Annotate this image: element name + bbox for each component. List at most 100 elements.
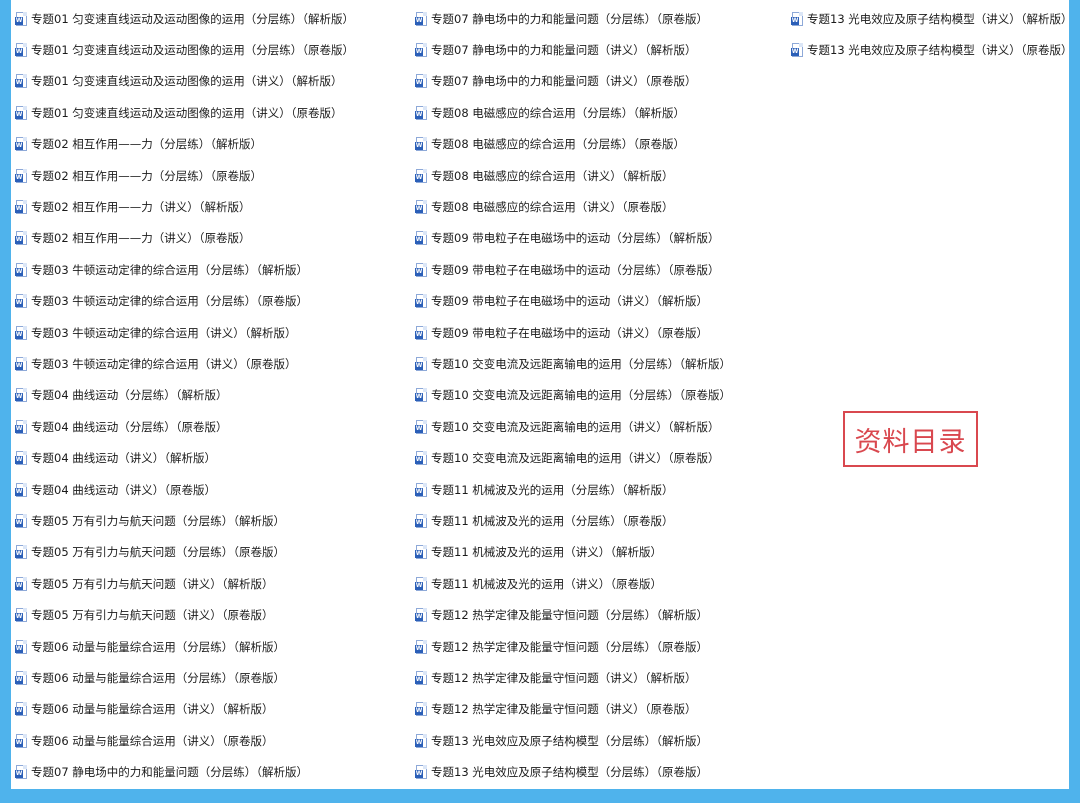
file-item[interactable]: W 专题12 热学定律及能量守恒问题（分层练）（解析版） — [415, 599, 731, 630]
file-item[interactable]: W 专题05 万有引力与航天问题（讲义）（原卷版） — [15, 599, 354, 630]
word-document-icon: W — [415, 545, 427, 560]
file-name: 专题09 带电粒子在电磁场中的运动（讲义）（原卷版） — [431, 325, 709, 340]
catalog-stamp: 资料目录 — [843, 411, 978, 467]
word-document-icon: W — [15, 43, 27, 58]
file-item[interactable]: W 专题03 牛顿运动定律的综合运用（讲义）（原卷版） — [15, 348, 354, 379]
file-item[interactable]: W 专题06 动量与能量综合运用（讲义）（解析版） — [15, 694, 354, 725]
file-name: 专题12 热学定律及能量守恒问题（讲义）（原卷版） — [431, 702, 697, 717]
file-item[interactable]: W 专题06 动量与能量综合运用（讲义）（原卷版） — [15, 725, 354, 756]
file-item[interactable]: W 专题05 万有引力与航天问题（讲义）（解析版） — [15, 568, 354, 599]
file-item[interactable]: W 专题06 动量与能量综合运用（分层练）（原卷版） — [15, 662, 354, 693]
file-name: 专题03 牛顿运动定律的综合运用（讲义）（解析版） — [31, 325, 297, 340]
file-item[interactable]: W 专题01 匀变速直线运动及运动图像的运用（讲义）（解析版） — [15, 66, 354, 97]
file-item[interactable]: W 专题11 机械波及光的运用（讲义）（原卷版） — [415, 568, 731, 599]
file-name: 专题13 光电效应及原子结构模型（讲义）（解析版） — [807, 11, 1073, 26]
word-document-icon: W — [15, 419, 27, 434]
file-item[interactable]: W 专题03 牛顿运动定律的综合运用（讲义）（解析版） — [15, 317, 354, 348]
file-item[interactable]: W 专题04 曲线运动（分层练）（原卷版） — [15, 411, 354, 442]
word-document-icon: W — [415, 137, 427, 152]
file-item[interactable]: W 专题12 热学定律及能量守恒问题（讲义）（解析版） — [415, 662, 731, 693]
file-item[interactable]: W 专题13 光电效应及原子结构模型（讲义）（原卷版） — [791, 34, 1073, 65]
file-name: 专题09 带电粒子在电磁场中的运动（讲义）（解析版） — [431, 294, 709, 309]
file-name: 专题11 机械波及光的运用（分层练）（解析版） — [431, 482, 674, 497]
catalog-stamp-text: 资料目录 — [854, 426, 967, 458]
file-name: 专题08 电磁感应的综合运用（分层练）（解析版） — [431, 105, 686, 120]
word-document-icon: W — [415, 356, 427, 371]
file-item[interactable]: W 专题13 光电效应及原子结构模型（分层练）（解析版） — [415, 725, 731, 756]
file-item[interactable]: W 专题02 相互作用——力（讲义）（解析版） — [15, 191, 354, 222]
file-item[interactable]: W 专题10 交变电流及远距离输电的运用（分层练）（解析版） — [415, 348, 731, 379]
file-item[interactable]: W 专题10 交变电流及远距离输电的运用（讲义）（解析版） — [415, 411, 731, 442]
word-document-icon: W — [415, 639, 427, 654]
file-name: 专题04 曲线运动（讲义）（原卷版） — [31, 482, 217, 497]
word-document-icon: W — [415, 451, 427, 466]
file-item[interactable]: W 专题07 静电场中的力和能量问题（分层练）（解析版） — [15, 756, 354, 787]
file-item[interactable]: W 专题05 万有引力与航天问题（分层练）（解析版） — [15, 505, 354, 536]
word-document-icon: W — [791, 43, 803, 58]
file-item[interactable]: W 专题10 交变电流及远距离输电的运用（讲义）（原卷版） — [415, 442, 731, 473]
file-name: 专题13 光电效应及原子结构模型（讲义）（原卷版） — [807, 43, 1073, 58]
word-document-icon: W — [415, 11, 427, 26]
word-document-icon: W — [15, 733, 27, 748]
file-item[interactable]: W 专题01 匀变速直线运动及运动图像的运用（分层练）（解析版） — [15, 3, 354, 34]
file-item[interactable]: W 专题12 热学定律及能量守恒问题（分层练）（原卷版） — [415, 631, 731, 662]
word-document-icon: W — [415, 670, 427, 685]
file-item[interactable]: W 专题03 牛顿运动定律的综合运用（分层练）（原卷版） — [15, 286, 354, 317]
file-item[interactable]: W 专题09 带电粒子在电磁场中的运动（讲义）（解析版） — [415, 286, 731, 317]
file-name: 专题11 机械波及光的运用（讲义）（原卷版） — [431, 576, 663, 591]
word-document-icon: W — [15, 356, 27, 371]
file-item[interactable]: W 专题08 电磁感应的综合运用（讲义）（解析版） — [415, 160, 731, 191]
file-item[interactable]: W 专题05 万有引力与航天问题（分层练）（原卷版） — [15, 537, 354, 568]
file-item[interactable]: W 专题01 匀变速直线运动及运动图像的运用（分层练）（原卷版） — [15, 34, 354, 65]
file-item[interactable]: W 专题08 电磁感应的综合运用（分层练）（解析版） — [415, 97, 731, 128]
file-item[interactable]: W 专题13 光电效应及原子结构模型（讲义）（解析版） — [791, 3, 1073, 34]
word-document-icon: W — [415, 765, 427, 780]
file-item[interactable]: W 专题07 静电场中的力和能量问题（讲义）（解析版） — [415, 34, 731, 65]
file-name: 专题07 静电场中的力和能量问题（讲义）（原卷版） — [431, 74, 697, 89]
file-item[interactable]: W 专题02 相互作用——力（分层练）（原卷版） — [15, 160, 354, 191]
file-name: 专题06 动量与能量综合运用（分层练）（原卷版） — [31, 670, 286, 685]
word-document-icon: W — [15, 294, 27, 309]
file-name: 专题04 曲线运动（讲义）（解析版） — [31, 451, 217, 466]
word-document-icon: W — [415, 231, 427, 246]
file-item[interactable]: W 专题09 带电粒子在电磁场中的运动（讲义）（原卷版） — [415, 317, 731, 348]
word-document-icon: W — [415, 200, 427, 215]
file-item[interactable]: W 专题02 相互作用——力（分层练）（解析版） — [15, 129, 354, 160]
file-column-1: W 专题01 匀变速直线运动及运动图像的运用（分层练）（解析版） W 专题01 匀变速… — [15, 3, 354, 788]
file-item[interactable]: W 专题12 热学定律及能量守恒问题（讲义）（原卷版） — [415, 694, 731, 725]
file-item[interactable]: W 专题07 静电场中的力和能量问题（分层练）（原卷版） — [415, 3, 731, 34]
file-item[interactable]: W 专题06 动量与能量综合运用（分层练）（解析版） — [15, 631, 354, 662]
file-item[interactable]: W 专题08 电磁感应的综合运用（分层练）（原卷版） — [415, 129, 731, 160]
word-document-icon: W — [15, 639, 27, 654]
file-item[interactable]: W 专题10 交变电流及远距离输电的运用（分层练）（原卷版） — [415, 380, 731, 411]
word-document-icon: W — [415, 576, 427, 591]
word-document-icon: W — [15, 105, 27, 120]
word-document-icon: W — [415, 43, 427, 58]
file-name: 专题06 动量与能量综合运用（讲义）（解析版） — [31, 702, 274, 717]
file-name: 专题08 电磁感应的综合运用（讲义）（解析版） — [431, 168, 674, 183]
file-name: 专题07 静电场中的力和能量问题（分层练）（原卷版） — [431, 11, 709, 26]
file-item[interactable]: W 专题03 牛顿运动定律的综合运用（分层练）（解析版） — [15, 254, 354, 285]
file-name: 专题08 电磁感应的综合运用（分层练）（原卷版） — [431, 137, 686, 152]
file-item[interactable]: W 专题02 相互作用——力（讲义）（原卷版） — [15, 223, 354, 254]
file-name: 专题10 交变电流及远距离输电的运用（分层练）（原卷版） — [431, 388, 732, 403]
file-item[interactable]: W 专题11 机械波及光的运用（分层练）（解析版） — [415, 474, 731, 505]
file-name: 专题07 静电场中的力和能量问题（讲义）（解析版） — [431, 43, 697, 58]
word-document-icon: W — [415, 168, 427, 183]
file-item[interactable]: W 专题07 静电场中的力和能量问题（讲义）（原卷版） — [415, 66, 731, 97]
file-item[interactable]: W 专题09 带电粒子在电磁场中的运动（分层练）（原卷版） — [415, 254, 731, 285]
word-document-icon: W — [791, 11, 803, 26]
word-document-icon: W — [15, 262, 27, 277]
file-item[interactable]: W 专题04 曲线运动（分层练）（解析版） — [15, 380, 354, 411]
file-item[interactable]: W 专题04 曲线运动（讲义）（解析版） — [15, 442, 354, 473]
file-name: 专题02 相互作用——力（分层练）（原卷版） — [31, 168, 263, 183]
file-item[interactable]: W 专题04 曲线运动（讲义）（原卷版） — [15, 474, 354, 505]
file-item[interactable]: W 专题13 光电效应及原子结构模型（分层练）（原卷版） — [415, 756, 731, 787]
file-name: 专题01 匀变速直线运动及运动图像的运用（讲义）（原卷版） — [31, 105, 343, 120]
file-item[interactable]: W 专题09 带电粒子在电磁场中的运动（分层练）（解析版） — [415, 223, 731, 254]
file-item[interactable]: W 专题08 电磁感应的综合运用（讲义）（原卷版） — [415, 191, 731, 222]
file-item[interactable]: W 专题01 匀变速直线运动及运动图像的运用（讲义）（原卷版） — [15, 97, 354, 128]
word-document-icon: W — [415, 388, 427, 403]
file-item[interactable]: W 专题11 机械波及光的运用（分层练）（原卷版） — [415, 505, 731, 536]
file-item[interactable]: W 专题11 机械波及光的运用（讲义）（解析版） — [415, 537, 731, 568]
